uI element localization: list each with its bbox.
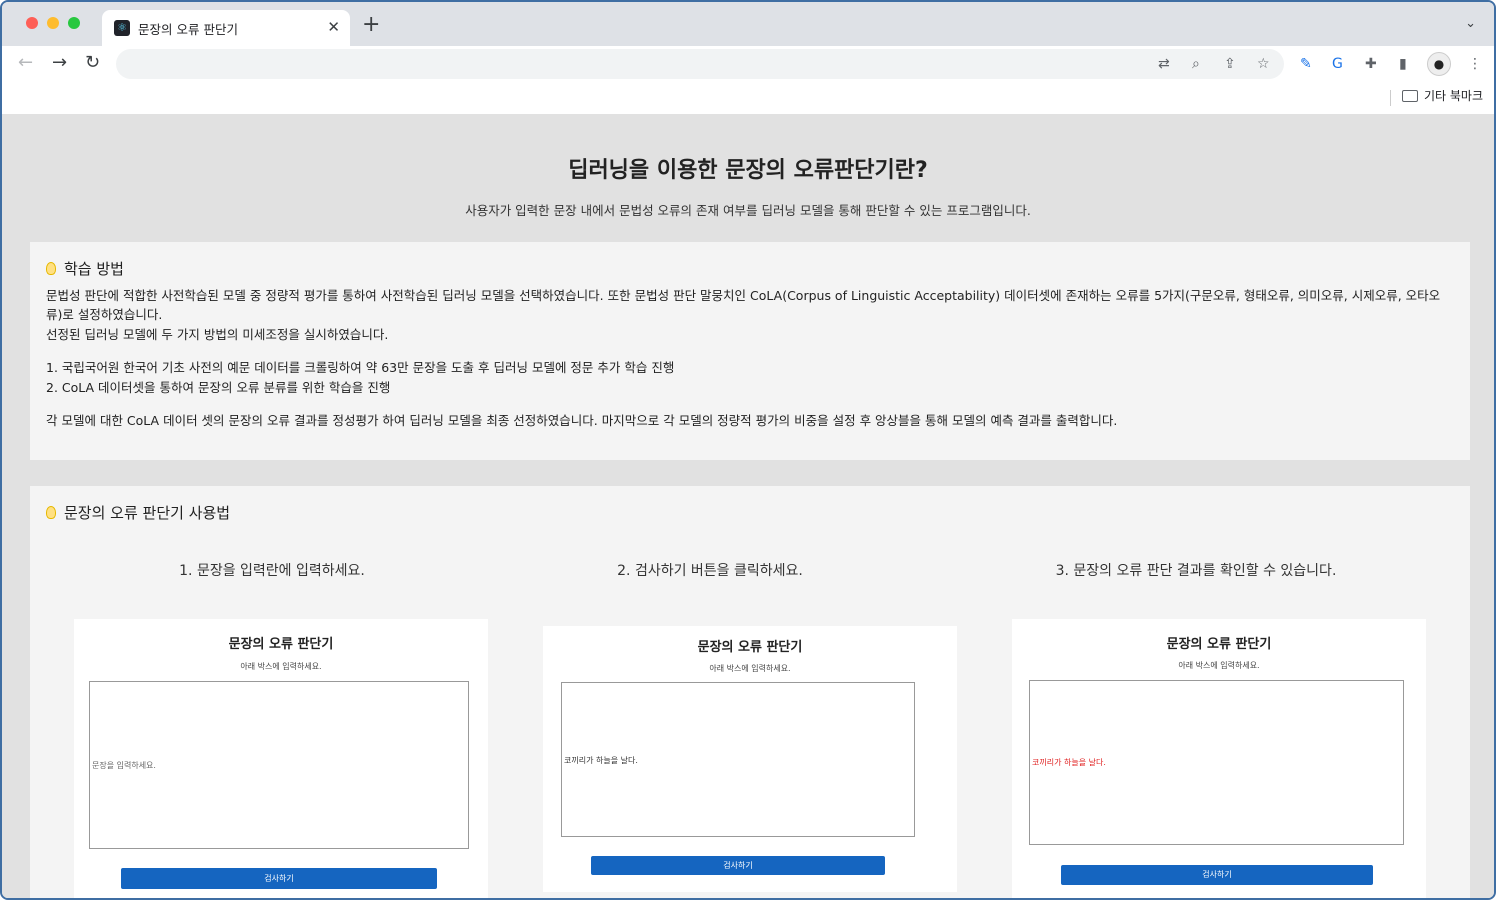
usage-step-3: 3. 문장의 오류 판단 결과를 확인할 수 있습니다. <box>1055 563 1337 579</box>
browser-toolbar: ← → ↻ ⇄ ⌕ ⇪ ☆ ✎ G ✚ ▮ ● ⋮ <box>2 46 1494 82</box>
zoom-icon[interactable]: ⌕ <box>1192 54 1200 74</box>
learning-paragraph-2: 선정된 딥러닝 모델에 두 가지 방법의 미세조정을 실시하였습니다. <box>46 327 389 342</box>
bookmark-star-icon[interactable]: ☆ <box>1257 54 1270 74</box>
example-input-text: 코끼리가 하늘을 날다. <box>564 756 638 765</box>
example-title: 문장의 오류 판단기 <box>228 637 334 652</box>
share-icon[interactable]: ⇪ <box>1224 54 1236 74</box>
close-tab-icon[interactable]: ✕ <box>327 18 340 36</box>
bookmark-divider <box>1390 90 1391 106</box>
example-hint: 아래 박스에 입력하세요. <box>240 662 322 671</box>
learning-step-2: 2. CoLA 데이터셋을 통하여 문장의 오류 분류를 위한 학습을 진행 <box>46 380 391 395</box>
google-translate-icon[interactable]: G <box>1332 54 1343 74</box>
side-panel-icon[interactable]: ▮ <box>1399 54 1407 74</box>
example-check-button: 검사하기 <box>591 856 885 875</box>
usage-card: 문장의 오류 판단기 사용법 1. 문장을 입력란에 입력하세요. 2. 검사하… <box>30 486 1470 898</box>
example-placeholder: 문장을 입력하세요. <box>92 761 156 770</box>
translate-icon[interactable]: ⇄ <box>1158 54 1170 74</box>
example-textarea: 코끼리가 하늘을 날다. <box>1029 680 1404 845</box>
learning-step-1: 1. 국립국어원 한국어 기초 사전의 예문 데이터를 크롤링하여 약 63만 … <box>46 360 675 375</box>
usage-step-1: 1. 문장을 입력란에 입력하세요. <box>179 563 365 579</box>
bookmark-folder-label: 기타 북마크 <box>1424 89 1484 103</box>
react-icon: ⚛ <box>114 20 130 36</box>
extension-pen-icon[interactable]: ✎ <box>1300 54 1312 74</box>
forward-arrow-icon[interactable]: → <box>52 52 67 74</box>
page-subtitle: 사용자가 입력한 문장 내에서 문법성 오류의 존재 여부를 딥러닝 모델을 통… <box>465 203 1031 218</box>
learning-method-title: 학습 방법 <box>64 260 124 278</box>
bookmark-bar: 기타 북마크 <box>2 82 1494 114</box>
example-error-text: 코끼리가 하늘을 날다. <box>1032 758 1106 767</box>
bookmark-folder-other[interactable]: 기타 북마크 <box>1402 88 1483 104</box>
browser-tab[interactable]: ⚛ 문장의 오류 판단기 ✕ <box>102 10 350 46</box>
browser-window: ⚛ 문장의 오류 판단기 ✕ + ⌄ ← → ↻ ⇄ ⌕ ⇪ ☆ ✎ G ✚ ▮… <box>0 0 1496 900</box>
page-content: 딥러닝을 이용한 문장의 오류판단기란? 사용자가 입력한 문장 내에서 문법성… <box>2 114 1494 898</box>
example-check-button: 검사하기 <box>121 868 437 889</box>
tab-search-chevron-icon[interactable]: ⌄ <box>1465 16 1476 31</box>
learning-method-card: 학습 방법 문법성 판단에 적합한 사전학습된 모델 중 정량적 평가를 통하여… <box>30 242 1470 460</box>
reload-icon[interactable]: ↻ <box>85 52 100 74</box>
close-window-button[interactable] <box>26 17 38 29</box>
tab-strip: ⚛ 문장의 오류 판단기 ✕ + ⌄ <box>2 2 1494 46</box>
page-title: 딥러닝을 이용한 문장의 오류판단기란? <box>568 158 928 183</box>
example-screenshot-input: 문장의 오류 판단기 아래 박스에 입력하세요. 문장을 입력하세요. 검사하기 <box>74 619 488 898</box>
example-hint: 아래 박스에 입력하세요. <box>1178 661 1260 670</box>
more-menu-icon[interactable]: ⋮ <box>1468 54 1482 74</box>
folder-icon <box>1402 90 1418 102</box>
learning-method-heading: 학습 방법 <box>46 258 124 279</box>
example-title: 문장의 오류 판단기 <box>1166 637 1272 652</box>
example-title: 문장의 오류 판단기 <box>697 640 803 655</box>
tab-title: 문장의 오류 판단기 <box>138 22 238 37</box>
usage-step-2: 2. 검사하기 버튼을 클릭하세요. <box>617 563 803 579</box>
example-screenshot-result: 문장의 오류 판단기 아래 박스에 입력하세요. 코끼리가 하늘을 날다. 검사… <box>1012 619 1426 898</box>
maximize-window-button[interactable] <box>68 17 80 29</box>
learning-paragraph-3: 각 모델에 대한 CoLA 데이터 셋의 문장의 오류 결과를 정성평가 하여 … <box>46 413 1118 428</box>
example-textarea: 문장을 입력하세요. <box>89 681 469 849</box>
learning-paragraph-1: 문법성 판단에 적합한 사전학습된 모델 중 정량적 평가를 통하여 사전학습된… <box>46 288 1441 322</box>
extensions-puzzle-icon[interactable]: ✚ <box>1365 54 1377 74</box>
usage-title: 문장의 오류 판단기 사용법 <box>64 504 231 522</box>
usage-heading: 문장의 오류 판단기 사용법 <box>46 502 230 523</box>
profile-avatar[interactable]: ● <box>1427 52 1451 76</box>
new-tab-icon[interactable]: + <box>362 14 380 36</box>
back-arrow-icon[interactable]: ← <box>18 52 33 74</box>
address-bar[interactable]: ⇄ ⌕ ⇪ ☆ <box>116 49 1284 79</box>
example-screenshot-click: 문장의 오류 판단기 아래 박스에 입력하세요. 코끼리가 하늘을 날다. 검사… <box>543 626 957 892</box>
lightbulb-icon <box>46 262 56 275</box>
example-hint: 아래 박스에 입력하세요. <box>709 664 791 673</box>
example-textarea: 코끼리가 하늘을 날다. <box>561 682 915 837</box>
lightbulb-icon <box>46 506 56 519</box>
example-check-button: 검사하기 <box>1061 865 1373 885</box>
minimize-window-button[interactable] <box>47 17 59 29</box>
